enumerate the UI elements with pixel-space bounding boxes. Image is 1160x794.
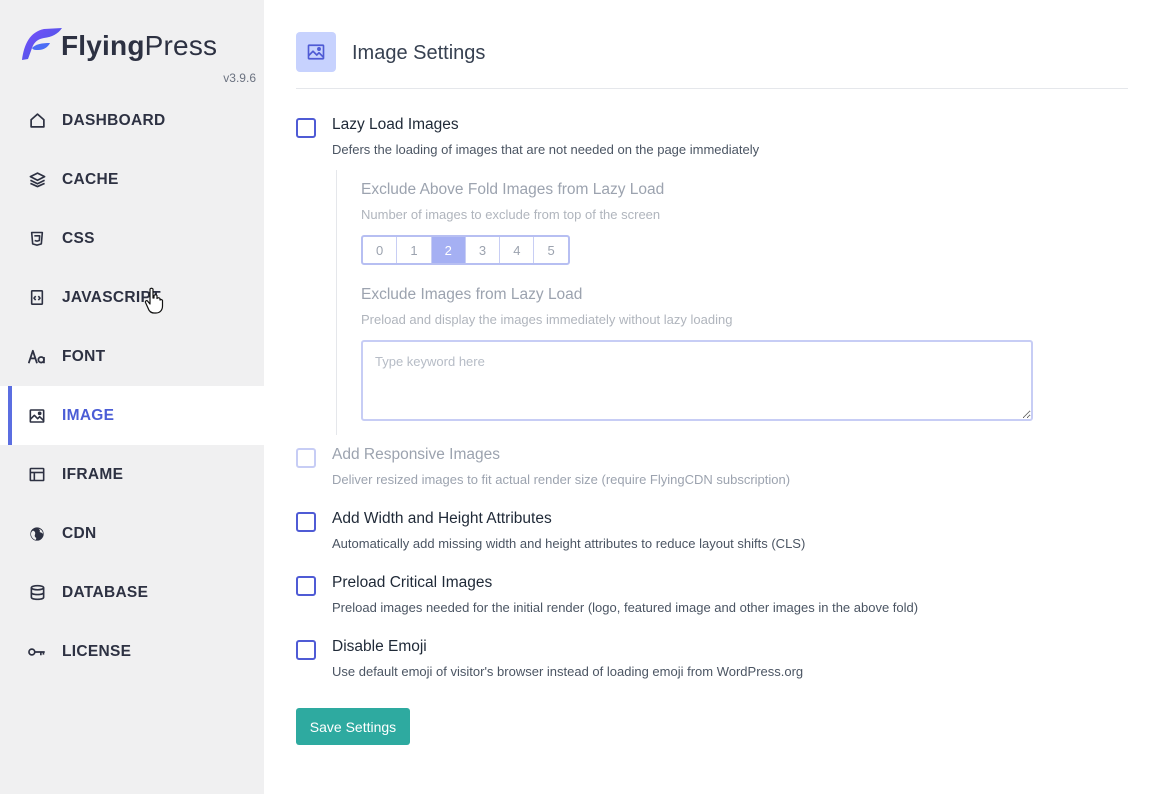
layers-icon [28, 171, 46, 189]
sidebar-item-label: DATABASE [62, 583, 149, 601]
fold-count-option[interactable]: 0 [363, 237, 398, 263]
option-title: Add Width and Height Attributes [332, 510, 552, 527]
width-height-checkbox[interactable] [296, 512, 316, 532]
header-divider [296, 88, 1128, 89]
version-label: v3.9.6 [223, 71, 256, 85]
key-icon [28, 643, 46, 661]
image-icon [28, 407, 46, 425]
option-description: Defers the loading of images that are no… [332, 142, 760, 157]
database-icon [28, 584, 46, 602]
sidebar-item-label: IFRAME [62, 465, 124, 483]
exclude-fold-count-selector: 0 1 2 3 4 5 [361, 235, 570, 265]
page-title: Image Settings [352, 42, 486, 64]
globe-icon [28, 525, 46, 543]
hand-cursor-icon [144, 287, 164, 314]
fold-count-option[interactable]: 3 [466, 237, 501, 263]
option-title: Add Responsive Images [332, 446, 501, 463]
sidebar-item-label: CSS [62, 229, 95, 247]
exclude-keywords-input[interactable] [361, 340, 1033, 421]
sidebar-item-cache[interactable]: CACHE [0, 150, 264, 209]
sidebar-item-label: DASHBOARD [62, 111, 166, 129]
option-description: Automatically add missing width and heig… [332, 536, 806, 551]
option-description: Preload images needed for the initial re… [332, 600, 919, 615]
option-title: Lazy Load Images [332, 116, 459, 133]
fold-count-option[interactable]: 4 [500, 237, 535, 263]
browser-window-icon [28, 466, 46, 484]
sidebar-item-iframe[interactable]: IFRAME [0, 445, 264, 504]
sidebar-item-label: CACHE [62, 170, 119, 188]
exclude-fold-title: Exclude Above Fold Images from Lazy Load [361, 181, 665, 198]
option-title: Preload Critical Images [332, 574, 493, 591]
sidebar-item-cdn[interactable]: CDN [0, 504, 264, 563]
home-icon [28, 112, 46, 130]
sidebar-item-label: IMAGE [62, 406, 115, 424]
exclude-fold-description: Number of images to exclude from top of … [361, 207, 661, 222]
lazy-load-checkbox[interactable] [296, 118, 316, 138]
flyingpress-logo[interactable]: FlyingPress [18, 26, 238, 66]
preload-critical-checkbox[interactable] [296, 576, 316, 596]
sidebar-item-label: FONT [62, 347, 106, 365]
save-settings-button[interactable]: Save Settings [296, 708, 410, 745]
sidebar: FlyingPress v3.9.6 DASHBOARD CACHE CSS J… [0, 0, 264, 794]
fold-count-option-selected[interactable]: 2 [431, 237, 466, 263]
brand-name: FlyingPress [61, 30, 218, 61]
code-file-icon [28, 289, 46, 307]
sidebar-item-image[interactable]: IMAGE [0, 386, 264, 445]
sidebar-item-dashboard[interactable]: DASHBOARD [0, 91, 264, 150]
option-title: Disable Emoji [332, 638, 427, 655]
flyingpress-logo-mark-icon [22, 28, 62, 60]
font-icon [28, 348, 46, 366]
exclude-images-title: Exclude Images from Lazy Load [361, 286, 583, 303]
sidebar-item-license[interactable]: LICENSE [0, 622, 264, 681]
option-description: Deliver resized images to fit actual ren… [332, 472, 791, 487]
fold-count-option[interactable]: 1 [397, 237, 432, 263]
sidebar-item-label: LICENSE [62, 642, 132, 660]
disable-emoji-checkbox[interactable] [296, 640, 316, 660]
sidebar-item-css[interactable]: CSS [0, 209, 264, 268]
fold-count-option[interactable]: 5 [534, 237, 567, 263]
css-icon [28, 230, 46, 248]
sidebar-item-javascript[interactable]: JAVASCRIPT [0, 268, 264, 327]
sidebar-item-database[interactable]: DATABASE [0, 563, 264, 622]
page-header-image-icon [296, 32, 336, 72]
exclude-images-description: Preload and display the images immediate… [361, 312, 733, 327]
sub-options-divider [336, 170, 337, 435]
main-content: Image Settings Lazy Load Images Defers t… [264, 0, 1160, 794]
sidebar-item-label: CDN [62, 524, 97, 542]
responsive-images-checkbox[interactable] [296, 448, 316, 468]
sidebar-item-font[interactable]: FONT [0, 327, 264, 386]
option-description: Use default emoji of visitor's browser i… [332, 664, 804, 679]
